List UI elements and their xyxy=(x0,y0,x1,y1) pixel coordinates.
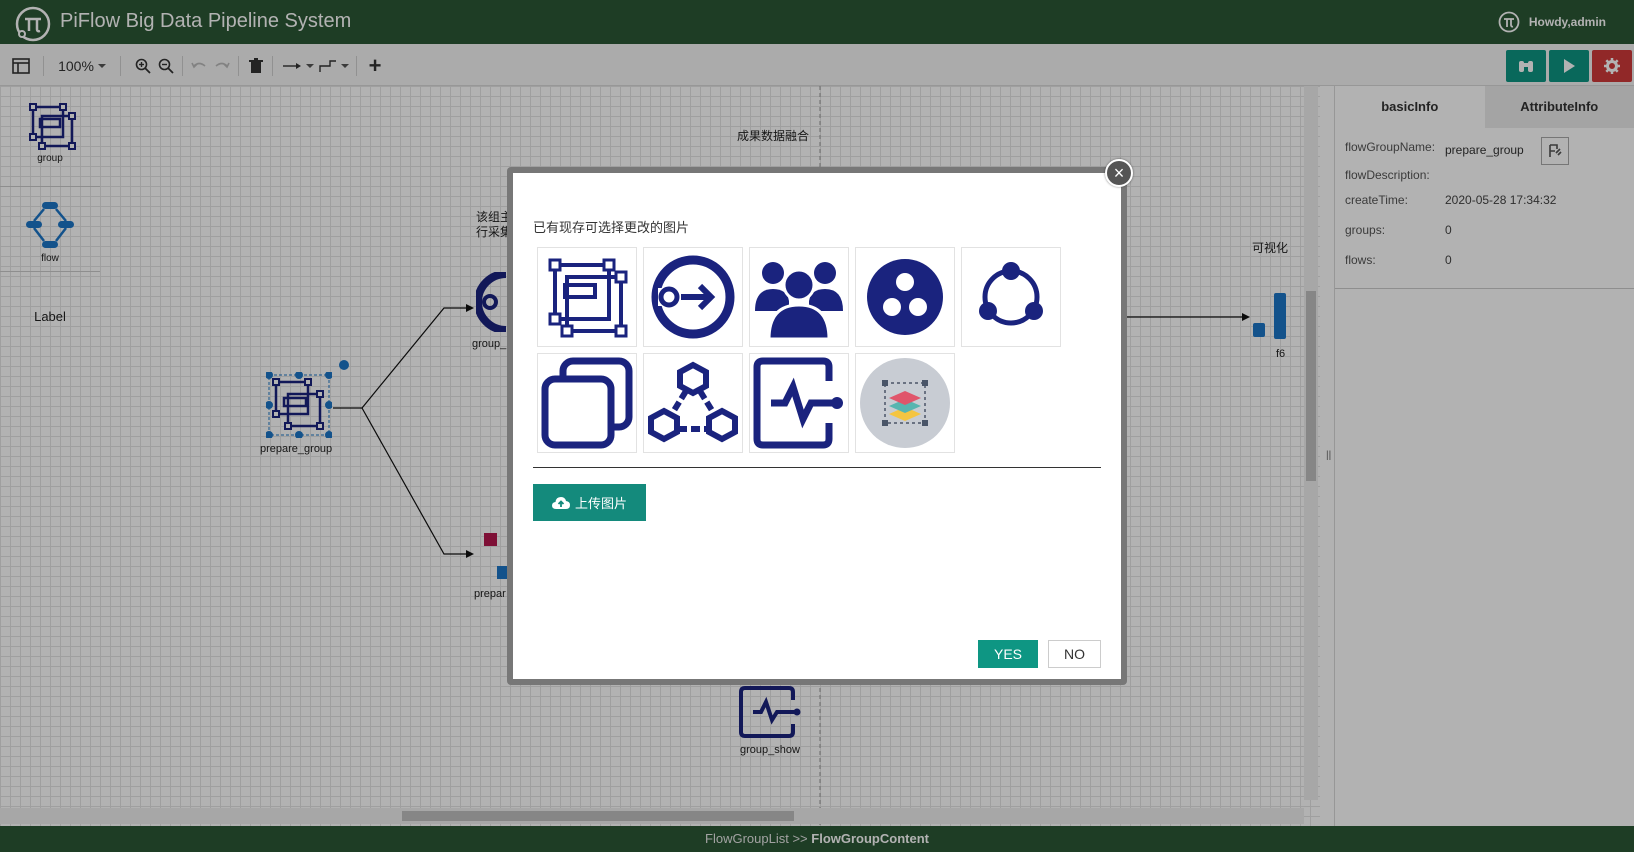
image-option-users-group[interactable] xyxy=(749,247,849,347)
image-option-arrow-in-circle[interactable] xyxy=(643,247,743,347)
layers-stack-icon xyxy=(860,358,950,448)
arrow-in-circle-icon xyxy=(651,255,735,339)
no-button[interactable]: NO xyxy=(1048,640,1101,668)
close-dialog-button[interactable]: × xyxy=(1105,159,1133,187)
activity-monitor-icon xyxy=(753,357,843,449)
image-option-group-frame[interactable] xyxy=(537,247,637,347)
users-group-icon xyxy=(755,262,843,341)
image-select-dialog-frame: 已有现存可选择更改的图片 上传图片 YES NO xyxy=(507,167,1127,685)
upload-image-button[interactable]: 上传图片 xyxy=(533,484,646,521)
cloud-upload-icon xyxy=(551,496,570,509)
copy-squares-icon xyxy=(541,357,633,449)
image-select-dialog: 已有现存可选择更改的图片 上传图片 YES NO xyxy=(513,173,1121,679)
image-option-hexagon-network[interactable] xyxy=(643,353,743,453)
share-network-icon xyxy=(979,262,1043,326)
image-option-copy-squares[interactable] xyxy=(537,353,637,453)
image-option-three-dots-circle[interactable] xyxy=(855,247,955,347)
image-option-layers-stack[interactable] xyxy=(855,353,955,453)
upload-label: 上传图片 xyxy=(574,496,627,511)
image-option-share-network[interactable] xyxy=(961,247,1061,347)
yes-button[interactable]: YES xyxy=(978,640,1038,668)
three-dots-circle-icon xyxy=(867,259,943,335)
image-option-activity-monitor[interactable] xyxy=(749,353,849,453)
dialog-divider xyxy=(533,467,1101,468)
dialog-title: 已有现存可选择更改的图片 xyxy=(533,220,690,235)
group-frame-icon xyxy=(548,258,628,338)
hexagon-network-icon xyxy=(648,361,738,443)
